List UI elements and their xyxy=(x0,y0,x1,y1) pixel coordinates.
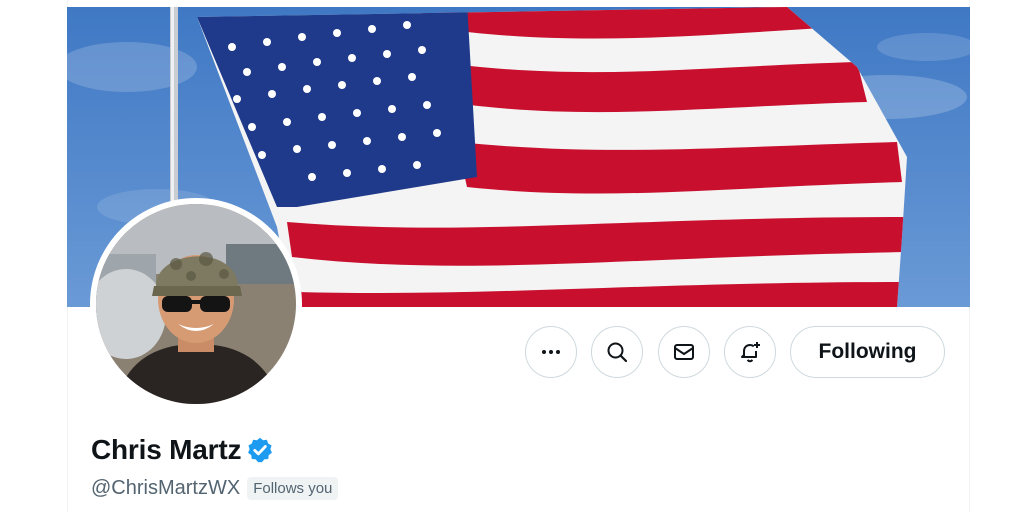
avatar-photo xyxy=(96,204,296,404)
more-button[interactable] xyxy=(525,326,577,378)
search-button[interactable] xyxy=(591,326,643,378)
bell-plus-icon xyxy=(741,342,760,363)
search-icon xyxy=(607,342,628,363)
message-button[interactable] xyxy=(658,326,710,378)
more-icon xyxy=(542,350,560,354)
verified-badge-icon[interactable] xyxy=(246,436,274,464)
envelope-icon xyxy=(674,344,694,360)
notifications-button[interactable] xyxy=(724,326,776,378)
following-button[interactable]: Following xyxy=(790,326,945,378)
profile-avatar[interactable] xyxy=(90,198,302,410)
display-name: Chris Martz xyxy=(91,434,242,465)
profile-name-row: Chris Martz xyxy=(91,434,274,466)
follows-you-badge: Follows you xyxy=(247,477,339,500)
profile-handle-row: @ChrisMartzWX Follows you xyxy=(91,477,339,500)
user-handle: @ChrisMartzWX xyxy=(91,477,241,499)
